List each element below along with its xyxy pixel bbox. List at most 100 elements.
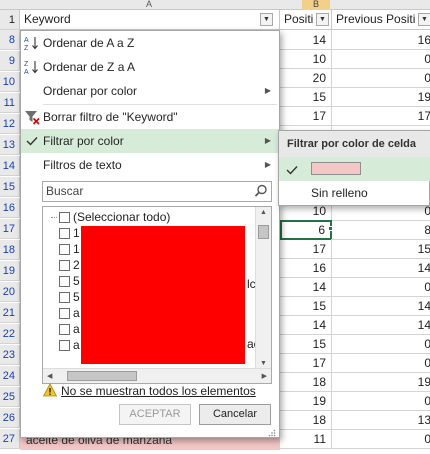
previous-position-cell[interactable]: 0 <box>332 353 430 373</box>
previous-position-cell[interactable]: 0 <box>332 334 430 354</box>
selection-fill-handle[interactable] <box>328 226 333 231</box>
vertical-scrollbar[interactable]: ▲ ▼ <box>255 207 271 369</box>
scroll-right-icon[interactable]: ▶ <box>262 372 267 380</box>
sort-z-to-a-item[interactable]: ZA Ordenar de Z a A <box>21 55 279 79</box>
search-input[interactable]: Buscar <box>42 181 272 202</box>
position-cell[interactable]: 15 <box>280 334 332 354</box>
svg-text:Z: Z <box>24 61 29 68</box>
row-header[interactable]: 18 <box>0 240 20 260</box>
row-header[interactable]: 12 <box>0 114 20 134</box>
row-header[interactable]: 27 <box>0 429 20 449</box>
row-header[interactable]: 20 <box>0 282 20 302</box>
previous-position-cell[interactable]: 0 <box>332 391 430 411</box>
item-checkbox[interactable] <box>59 228 70 239</box>
item-checkbox[interactable] <box>59 276 70 287</box>
keyword-header-cell[interactable]: Keyword ▼ <box>20 10 280 30</box>
scroll-down-icon[interactable]: ▼ <box>260 360 267 367</box>
row-header[interactable]: 14 <box>0 156 20 176</box>
item-checkbox[interactable] <box>59 244 70 255</box>
row-header[interactable]: 21 <box>0 303 20 323</box>
position-cell[interactable]: 14 <box>280 315 332 335</box>
item-checkbox[interactable] <box>59 260 70 271</box>
row-header[interactable]: 8 <box>0 30 20 50</box>
item-label: 1 <box>73 242 80 256</box>
scroll-up-icon[interactable]: ▲ <box>260 209 267 216</box>
row-header[interactable]: 17 <box>0 219 20 239</box>
row-header[interactable]: 22 <box>0 324 20 344</box>
sort-by-color-label: Ordenar por color <box>43 84 138 98</box>
row-header[interactable]: 15 <box>0 177 20 197</box>
filter-dropdown-icon[interactable]: ▼ <box>418 13 430 26</box>
position-cell[interactable]: 17 <box>280 106 332 126</box>
horizontal-scrollbar[interactable]: ◀ ▶ <box>43 368 271 383</box>
previous-position-cell[interactable]: 0 <box>332 277 430 297</box>
accept-button[interactable]: ACEPTAR <box>119 404 191 425</box>
selected-position-cell[interactable]: 6 <box>280 220 332 240</box>
item-checkbox[interactable] <box>59 308 70 319</box>
previous-position-cell[interactable]: 14 <box>332 315 430 335</box>
position-cell[interactable]: 17 <box>280 239 332 259</box>
previous-position-cell[interactable]: 14 <box>332 258 430 278</box>
previous-position-header-cell[interactable]: Previous Positi ▼ <box>332 10 430 30</box>
previous-position-cell[interactable]: 13 <box>332 410 430 430</box>
position-cell[interactable]: 14 <box>280 30 332 50</box>
column-a-header[interactable]: A <box>146 0 152 9</box>
previous-position-cell[interactable]: 15 <box>332 239 430 259</box>
resize-grip-icon[interactable] <box>268 426 276 437</box>
position-cell[interactable]: 15 <box>280 296 332 316</box>
previous-position-cell[interactable]: 14 <box>332 296 430 316</box>
row-header[interactable]: 10 <box>0 72 20 92</box>
previous-position-cell[interactable]: 19 <box>332 372 430 392</box>
previous-position-cell[interactable]: 8 <box>332 220 430 240</box>
filter-values-list[interactable]: (Seleccionar todo) 11255aaa lc ac ▲ ▼ ◀ … <box>42 206 272 384</box>
row-header[interactable]: 24 <box>0 366 20 386</box>
sort-a-to-z-item[interactable]: AZ Ordenar de A a Z <box>21 31 279 55</box>
previous-position-cell[interactable]: 16 <box>332 30 430 50</box>
previous-position-cell[interactable]: 0 <box>332 429 430 449</box>
no-fill-option[interactable]: Sin relleno <box>279 181 430 205</box>
sort-by-color-item[interactable]: Ordenar por color ▶ <box>21 79 279 103</box>
filter-by-color-item[interactable]: Filtrar por color ▶ <box>21 129 279 153</box>
row-header[interactable]: 9 <box>0 51 20 71</box>
position-cell[interactable]: 10 <box>280 49 332 69</box>
filter-active-dropdown-icon[interactable]: ▼ <box>260 13 273 26</box>
scrollbar-thumb[interactable] <box>258 225 269 239</box>
filter-dropdown-icon[interactable]: ▼ <box>316 13 329 26</box>
row-header[interactable]: 23 <box>0 345 20 365</box>
select-all-checkbox[interactable] <box>59 212 70 223</box>
scroll-left-icon[interactable]: ◀ <box>47 372 52 380</box>
warning-text: No se muestran todos los elementos <box>61 384 256 398</box>
position-cell[interactable]: 15 <box>280 87 332 107</box>
row-header[interactable]: 13 <box>0 135 20 155</box>
text-filters-item[interactable]: Filtros de texto ▶ <box>21 153 279 177</box>
scrollbar-thumb[interactable] <box>67 371 137 381</box>
position-cell[interactable]: 16 <box>280 258 332 278</box>
clear-filter-item[interactable]: Borrar filtro de "Keyword" <box>21 105 279 129</box>
row-header[interactable]: 19 <box>0 261 20 281</box>
position-cell[interactable]: 18 <box>280 410 332 430</box>
item-checkbox[interactable] <box>59 340 70 351</box>
row-header[interactable]: 11 <box>0 93 20 113</box>
position-header-cell[interactable]: Positi ▼ <box>280 10 332 30</box>
search-icon[interactable] <box>254 184 268 198</box>
item-checkbox[interactable] <box>59 324 70 335</box>
previous-position-cell[interactable]: 0 <box>332 49 430 69</box>
previous-position-cell[interactable]: 0 <box>332 68 430 88</box>
cancel-button[interactable]: Cancelar <box>199 404 271 425</box>
item-checkbox[interactable] <box>59 292 70 303</box>
row-header[interactable]: 25 <box>0 387 20 407</box>
position-cell[interactable]: 19 <box>280 391 332 411</box>
position-cell[interactable]: 17 <box>280 353 332 373</box>
not-all-items-warning[interactable]: No se muestran todos los elementos <box>42 382 256 400</box>
cell-color-option[interactable] <box>279 157 430 181</box>
position-cell[interactable]: 18 <box>280 372 332 392</box>
column-b-header[interactable]: B <box>302 0 330 10</box>
previous-position-cell[interactable]: 17 <box>332 106 430 126</box>
position-cell[interactable]: 11 <box>280 429 332 449</box>
position-cell[interactable]: 20 <box>280 68 332 88</box>
previous-position-cell[interactable]: 19 <box>332 87 430 107</box>
row-header[interactable]: 16 <box>0 198 20 218</box>
position-cell[interactable]: 14 <box>280 277 332 297</box>
row-header-1[interactable]: 1 <box>0 10 20 30</box>
row-header[interactable]: 26 <box>0 408 20 428</box>
